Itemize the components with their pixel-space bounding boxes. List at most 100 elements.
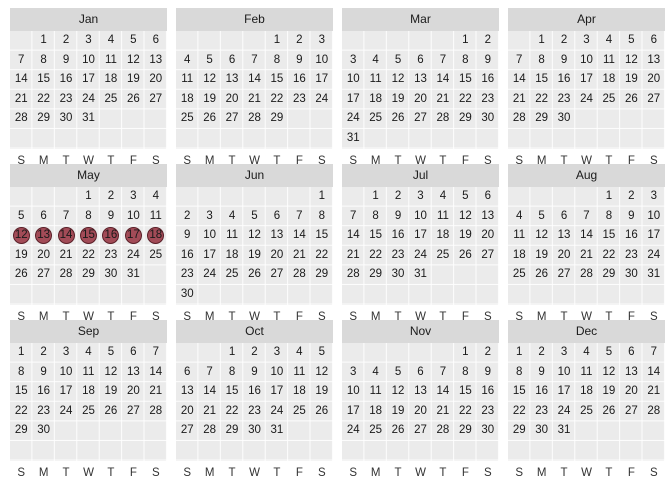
day-cell: 24 [203, 268, 217, 281]
day-cell: 10 [414, 209, 427, 222]
day-cell: 17 [346, 92, 360, 105]
day-cell: 27 [126, 404, 140, 417]
highlighted-day-cell: 13 [32, 226, 54, 246]
day-cell: 24 [414, 248, 427, 261]
day-cell: 25 [104, 92, 118, 105]
day-cell: 22 [602, 248, 616, 261]
day-cell: 3 [417, 190, 424, 202]
day-cell: 10 [647, 209, 661, 222]
month-panel-oct: Oct 1 2 3 4 5 6 7 8 9 10 11 12 13 14 15 16 17 18 19 20 21 22 23… [176, 320, 333, 461]
day-cell: 14 [647, 365, 661, 378]
month-title: Mar [342, 8, 499, 31]
day-cell: 27 [37, 268, 51, 281]
day-cell: 7 [251, 53, 258, 66]
day-cell: 7 [206, 365, 213, 378]
day-cell: 25 [82, 404, 95, 417]
weekday-label: T [439, 466, 447, 479]
day-cell: 10 [126, 209, 140, 222]
day-cell: 27 [414, 424, 427, 437]
day-cell: 31 [126, 268, 140, 281]
day-cell: 6 [484, 190, 491, 202]
day-cell: 31 [346, 131, 360, 144]
day-cell: 21 [292, 248, 306, 261]
day-cell: 4 [228, 209, 236, 222]
day-cell: 4 [107, 34, 115, 46]
day-cell: 15 [225, 385, 239, 398]
day-cell: 1 [516, 346, 523, 358]
day-cell: 8 [40, 53, 47, 66]
day-cell: 12 [126, 53, 140, 66]
weekday-label: F [461, 466, 469, 479]
day-cell: 6 [650, 34, 657, 46]
day-cell: 17 [203, 248, 217, 261]
month-panel-apr: Apr 1 2 3 4 5 6 7 8 9 10 11 12 13 14 15 16 17 18 19 20 21 22 23… [508, 8, 665, 149]
day-cell: 10 [82, 53, 95, 66]
day-cell: 5 [206, 53, 213, 66]
weekday-label: S [17, 466, 26, 479]
day-cell: 21 [436, 404, 450, 417]
month-grid: 1 2 3 4 5 6 7 8 9 10 11 12 13 14 15 16 17 18 19 20 21 22 23 24 2… [342, 343, 499, 461]
day-cell: 24 [346, 424, 360, 437]
day-cell: 10 [203, 229, 217, 242]
day-cell: 28 [203, 424, 217, 437]
day-cell: 16 [180, 248, 194, 261]
month-panel-jan: Jan 1 2 3 4 5 6 7 8 9 10 11 12 13 14 15 16 17 18 19 20 21 22 23… [10, 8, 167, 149]
day-cell: 27 [481, 248, 495, 261]
day-cell: 18 [104, 73, 118, 86]
day-cell: 15 [512, 385, 526, 398]
day-cell: 12 [391, 73, 405, 86]
day-cell: 27 [180, 424, 194, 437]
day-cell: 29 [37, 112, 51, 125]
day-cell: 9 [184, 229, 191, 242]
day-cell: 29 [602, 268, 616, 281]
day-cell: 12 [602, 365, 616, 378]
month-grid: 1 2 3 4 5 6 7 8 9 10 11 12 13 14 15 16 17 18 19 20 21 22 23 24 2… [342, 187, 499, 305]
day-cell: 23 [481, 92, 495, 105]
day-cell: 18 [369, 404, 383, 417]
day-cell: 15 [270, 73, 284, 86]
day-cell: 26 [458, 248, 472, 261]
day-cell: 27 [647, 92, 661, 105]
day-cell: 25 [292, 404, 306, 417]
weekday-label: M [38, 466, 49, 479]
day-cell: 9 [394, 209, 402, 222]
day-cell: 15 [458, 73, 472, 86]
day-cell: 19 [624, 73, 638, 86]
day-cell: 13 [126, 365, 140, 378]
day-cell: 17 [346, 404, 360, 417]
day-cell: 26 [104, 404, 118, 417]
weekday-label: T [228, 466, 236, 479]
month-title: Feb [176, 8, 333, 31]
day-cell: 6 [228, 53, 236, 66]
day-cell: 9 [560, 53, 568, 66]
weekday-label: T [62, 466, 70, 479]
day-cell: 12 [535, 229, 549, 242]
day-cell: 1 [228, 346, 236, 358]
day-cell: 17 [580, 73, 593, 86]
day-cell: 2 [107, 190, 115, 202]
month-grid: 1 2 3 4 5 6 7 8 9 10 11 12 13 14 15 16 17 18 19 20 21 22 23 24 2… [176, 187, 333, 305]
weekday-label: W [83, 466, 94, 479]
day-cell: 2 [394, 190, 402, 202]
day-cell: 18 [436, 229, 450, 242]
day-cell: 24 [580, 92, 593, 105]
day-cell: 26 [391, 424, 405, 437]
day-cell: 18 [82, 385, 95, 398]
day-cell: 3 [273, 346, 281, 358]
day-cell: 30 [481, 112, 495, 125]
month-title: Apr [508, 8, 665, 31]
day-cell: 8 [85, 209, 92, 222]
day-cell: 8 [516, 365, 523, 378]
day-cell: 13 [149, 53, 163, 66]
month-grid: 1 2 3 4 5 6 7 8 9 10 11 12 13 14 15 16 17 18 19 20 21 22 23 24 2… [10, 343, 167, 461]
day-cell: 27 [414, 112, 427, 125]
weekday-label: M [370, 466, 381, 479]
day-cell: 28 [14, 112, 28, 125]
day-cell: 10 [580, 53, 593, 66]
day-cell: 25 [369, 112, 383, 125]
day-cell: 15 [602, 229, 616, 242]
weekday-label: S [317, 466, 326, 479]
day-cell: 23 [292, 92, 306, 105]
day-cell: 14 [346, 229, 360, 242]
day-cell: 16 [59, 73, 73, 86]
